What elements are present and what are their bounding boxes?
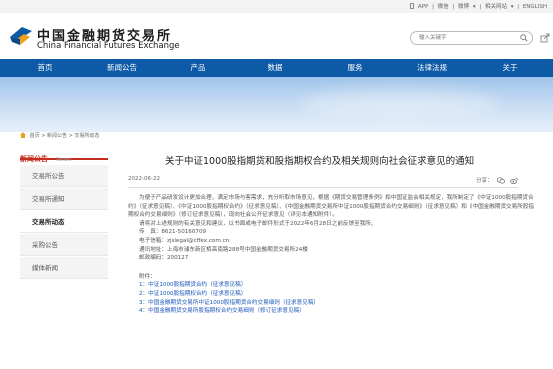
- separator: |: [432, 4, 434, 10]
- contact-email: 电子信箱：zjslegal@cffex.com.cn: [139, 237, 230, 244]
- sidebar-item-notices[interactable]: 交易所通知: [20, 188, 108, 210]
- app-link[interactable]: APP: [418, 4, 428, 10]
- wechat-icon[interactable]: [497, 177, 506, 184]
- search-input[interactable]: [419, 33, 509, 43]
- attachment-link[interactable]: 2：中证1000股指期权合约（征求意见稿）: [128, 290, 538, 299]
- sidebar-menu: 交易所公告 交易所通知 交易所动态 采购公告 媒体新闻: [20, 165, 108, 280]
- sidebar-item-announcements[interactable]: 交易所公告: [20, 165, 108, 187]
- share-label: 分享：: [475, 178, 493, 184]
- home-icon: [20, 132, 26, 138]
- sidebar-title-cn: 新闻公告: [20, 155, 48, 163]
- contact-address: 通讯地址：上海市浦东新区栢高南路288号中国金融期货交易所24楼: [139, 246, 308, 253]
- wechat-link[interactable]: 微信: [438, 4, 449, 10]
- breadcrumb: 首页 > 新闻公告 > 交易所动态: [20, 132, 99, 139]
- article-meta: 2022-06-22 分享：: [128, 176, 518, 186]
- sidebar-item-exchange-news[interactable]: 交易所动态: [20, 211, 108, 233]
- weibo-link[interactable]: 微博: [458, 4, 469, 10]
- english-link[interactable]: ENGLISH: [523, 4, 547, 10]
- search-icon[interactable]: [520, 34, 528, 42]
- share-bar: 分享：: [476, 176, 518, 184]
- attachment-link[interactable]: 1：中证1000股指期货合约（征求意见稿）: [128, 281, 538, 290]
- main-nav: 首页 新闻公告 产品 数据 服务 法律法规 关于: [0, 59, 553, 77]
- phone-icon: [410, 3, 415, 9]
- breadcrumb-news[interactable]: 新闻公告: [47, 133, 67, 139]
- top-utility-bar: APP | 微信 | 微博 ▾ | 相关网站 ▾ | ENGLISH: [0, 0, 553, 13]
- weibo-icon[interactable]: [510, 177, 518, 184]
- breadcrumb-separator: >: [41, 133, 46, 139]
- separator: |: [479, 4, 482, 10]
- search-box[interactable]: [410, 31, 533, 45]
- related-sites-link[interactable]: 相关网站: [485, 4, 507, 10]
- sidebar-item-media[interactable]: 媒体新闻: [20, 257, 108, 279]
- meta-divider: [128, 187, 518, 188]
- chevron-down-icon: ▾: [510, 4, 514, 10]
- breadcrumb-current: 交易所动态: [74, 133, 100, 139]
- article-date: 2022-06-22: [128, 176, 160, 182]
- attachment-link[interactable]: 3：中国金融期货交易所中证1000股指期货合约交易细则（征求意见稿）: [128, 299, 538, 308]
- brand-name-en: China Financial Futures Exchange: [37, 41, 180, 51]
- sidebar-title: 新闻公告 News: [20, 146, 108, 163]
- breadcrumb-home[interactable]: 首页: [30, 133, 40, 139]
- share-out-icon[interactable]: [540, 33, 550, 43]
- page-banner: [0, 77, 553, 132]
- banner-glow: [300, 89, 500, 119]
- contact-fax: 传 真：8621-50160709: [139, 229, 207, 236]
- article-body: 为便于产品研发设计更加合理，满足市场与客需求，充分听取市场意见，根据《期货交易管…: [128, 194, 538, 316]
- separator: |: [517, 4, 520, 10]
- separator: |: [452, 4, 455, 10]
- contact-zip: 邮政编码：200127: [139, 255, 189, 262]
- article-paragraph: 为便于产品研发设计更加合理，满足市场与客需求，充分听取市场意见，根据《期货交易管…: [128, 195, 535, 219]
- sidebar-title-en: News: [56, 157, 71, 163]
- nav-item-about[interactable]: 关于: [465, 59, 553, 77]
- nav-item-laws[interactable]: 法律法规: [387, 59, 477, 77]
- utility-links: APP | 微信 | 微博 ▾ | 相关网站 ▾ | ENGLISH: [408, 2, 547, 10]
- article-paragraph: 请将对上述规则的有关意见和建议，以书面或电子邮件形式于2022年6月28日之前反…: [139, 220, 377, 227]
- site-header: 中国金融期货交易所 China Financial Futures Exchan…: [0, 13, 553, 59]
- nav-item-data[interactable]: 数据: [230, 59, 320, 77]
- attachments-label: 附件：: [139, 273, 156, 280]
- exchange-logo-icon[interactable]: [8, 25, 34, 47]
- breadcrumb-separator: >: [68, 133, 73, 139]
- sidebar-item-procurement[interactable]: 采购公告: [20, 234, 108, 256]
- article-title: 关于中证1000股指期货和股指期权合约及相关规则向社会征求意见的通知: [165, 156, 475, 167]
- attachment-link[interactable]: 4：中国金融期货交易所股指期权合约交易细则（修订征求意见稿）: [128, 307, 538, 316]
- chevron-down-icon: ▾: [472, 4, 476, 10]
